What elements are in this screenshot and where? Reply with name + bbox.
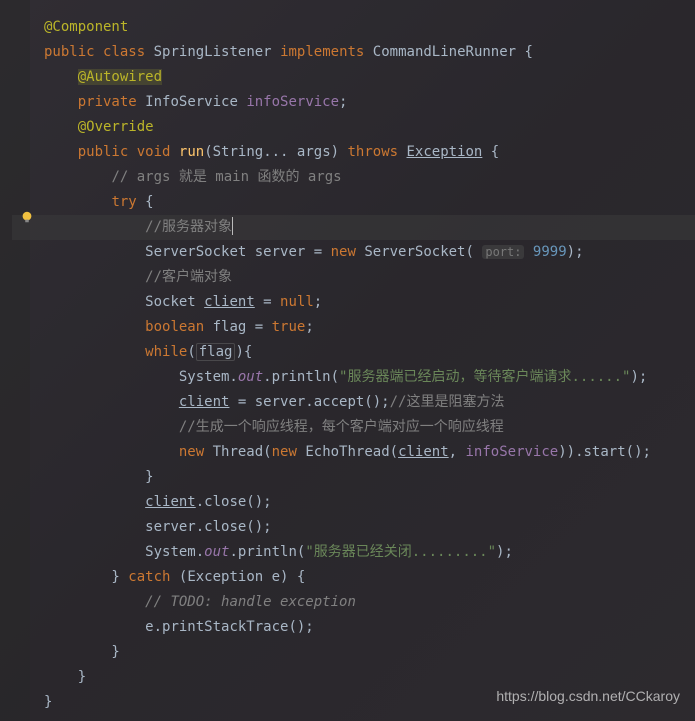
field-ref: infoService	[466, 444, 559, 460]
class-ref: System.	[145, 544, 204, 560]
string: "服务器端已经启动，等待客户端请求......"	[339, 369, 630, 385]
code-line: public void run(String... args) throws E…	[12, 140, 695, 165]
var-ref: client	[145, 494, 196, 510]
code-line: server.close();	[12, 515, 695, 540]
comment: //这里是阻塞方法	[390, 394, 505, 410]
code-line: //客户端对象	[12, 265, 695, 290]
method-call: .println(	[229, 544, 305, 560]
lightbulb-icon[interactable]	[20, 208, 34, 222]
var-name: flag =	[213, 319, 264, 335]
method-name: run	[179, 144, 204, 160]
keyword: try	[111, 194, 136, 210]
code-line: System.out.println("服务器端已经启动，等待客户端请求....…	[12, 365, 695, 390]
catch-param: (Exception e)	[179, 569, 289, 585]
method-call: server.close();	[145, 519, 271, 535]
var-ref: client	[398, 444, 449, 460]
code-line: }	[12, 640, 695, 665]
keyword: class	[103, 44, 145, 60]
keyword: void	[137, 144, 171, 160]
code-line: while(flag){	[12, 340, 695, 365]
var-ref: flag	[196, 343, 236, 361]
annotation-text: @Component	[44, 19, 128, 35]
var-ref: client	[179, 394, 230, 410]
comment: //生成一个响应线程，每个客户端对应一个响应线程	[179, 419, 504, 435]
params: (String... args)	[204, 144, 339, 160]
declaration: ServerSocket server =	[145, 244, 322, 260]
exception-name: Exception	[407, 144, 483, 160]
number: 9999	[533, 244, 567, 260]
keyword: boolean	[145, 319, 204, 335]
code-line: //生成一个响应线程，每个客户端对应一个响应线程	[12, 415, 695, 440]
code-line: private InfoService infoService;	[12, 90, 695, 115]
code-line: e.printStackTrace();	[12, 615, 695, 640]
code-line: System.out.println("服务器已经关闭.........");	[12, 540, 695, 565]
code-editor[interactable]: @Component public class SpringListener i…	[0, 0, 695, 715]
operator: =	[255, 294, 280, 310]
comment: //客户端对象	[145, 269, 232, 285]
ctor: ServerSocket(	[364, 244, 474, 260]
static-field: out	[238, 369, 263, 385]
annotation-text: @Override	[78, 119, 154, 135]
code-line: client = server.accept();//这里是阻塞方法	[12, 390, 695, 415]
keyword: public	[78, 144, 129, 160]
code-line: new Thread(new EchoThread(client, infoSe…	[12, 440, 695, 465]
code-line: public class SpringListener implements C…	[12, 40, 695, 65]
code-line: } catch (Exception e) {	[12, 565, 695, 590]
field-name: infoService	[246, 94, 339, 110]
code-line: Socket client = null;	[12, 290, 695, 315]
keyword: new	[331, 244, 356, 260]
text-cursor	[232, 217, 233, 235]
code-line: // args 就是 main 函数的 args	[12, 165, 695, 190]
code-line: // TODO: handle exception	[12, 590, 695, 615]
code-line: ServerSocket server = new ServerSocket( …	[12, 240, 695, 265]
type-name: InfoService	[145, 94, 238, 110]
method-call: .println(	[263, 369, 339, 385]
keyword: new	[272, 444, 297, 460]
keyword: true	[272, 319, 306, 335]
comment: //服务器对象	[145, 219, 232, 235]
code-line: @Component	[12, 15, 695, 40]
method-call: e.printStackTrace();	[145, 619, 314, 635]
code-line: try {	[12, 190, 695, 215]
ctor: EchoThread(	[305, 444, 398, 460]
class-ref: System.	[179, 369, 238, 385]
keyword: new	[179, 444, 204, 460]
ctor: Thread(	[213, 444, 272, 460]
code-line: @Autowired	[12, 65, 695, 90]
method-call: .close();	[196, 494, 272, 510]
keyword: implements	[280, 44, 364, 60]
static-field: out	[204, 544, 229, 560]
watermark: https://blog.csdn.net/CCkaroy	[496, 684, 680, 709]
annotation-text: @Autowired	[78, 69, 162, 85]
param-hint: port:	[482, 245, 524, 259]
method-call: = server.accept();	[229, 394, 389, 410]
interface-name: CommandLineRunner	[373, 44, 516, 60]
class-name: SpringListener	[154, 44, 272, 60]
keyword: throws	[347, 144, 398, 160]
string: "服务器已经关闭........."	[305, 544, 496, 560]
code-line: }	[12, 465, 695, 490]
var-name: client	[204, 294, 255, 310]
comment: // args 就是 main 函数的 args	[111, 169, 341, 185]
keyword: null	[280, 294, 314, 310]
keyword: private	[78, 94, 137, 110]
keyword: while	[145, 344, 187, 360]
type-name: Socket	[145, 294, 196, 310]
code-line-active: //服务器对象	[12, 215, 695, 240]
code-line: @Override	[12, 115, 695, 140]
method-call: )).start();	[558, 444, 651, 460]
keyword: public	[44, 44, 95, 60]
todo-comment: // TODO: handle exception	[145, 594, 356, 610]
code-line: client.close();	[12, 490, 695, 515]
keyword: catch	[128, 569, 170, 585]
code-line: boolean flag = true;	[12, 315, 695, 340]
